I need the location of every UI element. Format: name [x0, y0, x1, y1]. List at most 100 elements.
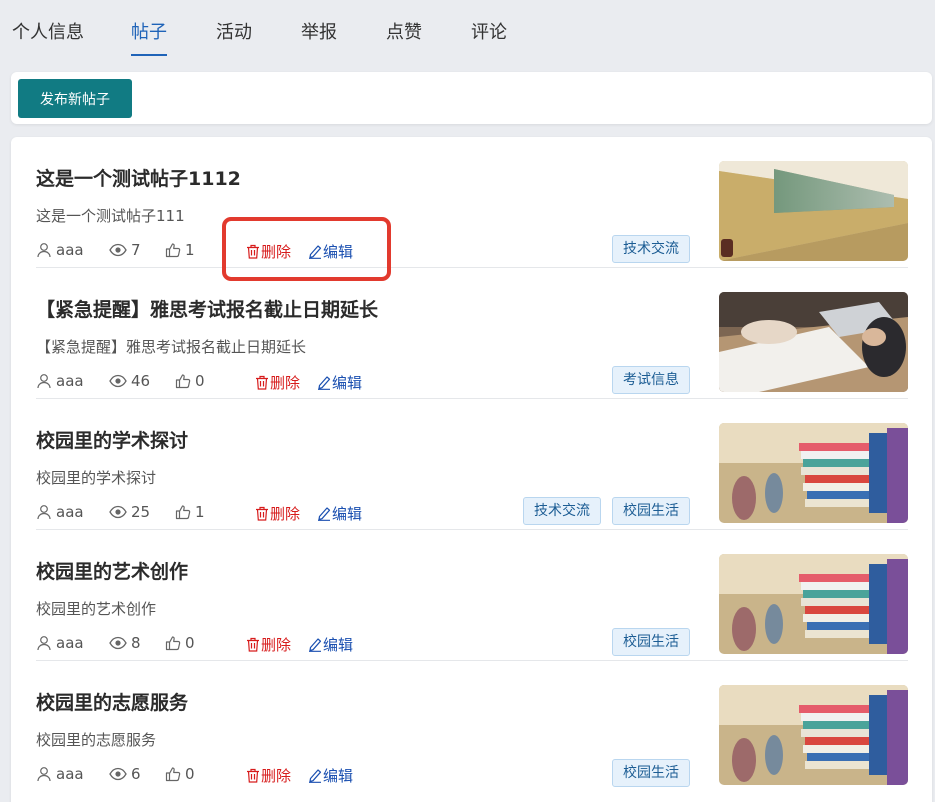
- post-thumbnail[interactable]: [719, 554, 908, 654]
- eye-icon: [109, 767, 127, 781]
- thumbs-up-icon: [175, 505, 191, 520]
- pencil-icon: [309, 245, 322, 259]
- delete-label: 删除: [261, 243, 292, 261]
- author-name: aaa: [56, 634, 84, 652]
- pencil-icon: [309, 769, 322, 783]
- post-author: aaa: [36, 765, 84, 783]
- trash-icon: [256, 375, 268, 390]
- like-count: 1: [195, 503, 205, 521]
- edit-button[interactable]: 编辑: [317, 503, 362, 524]
- post-likes: 0: [165, 765, 195, 783]
- trash-icon: [247, 244, 259, 259]
- delete-button[interactable]: 删除: [246, 634, 291, 655]
- post-title[interactable]: 【紧急提醒】雅思考试报名截止日期延长: [36, 295, 378, 322]
- delete-label: 删除: [261, 767, 292, 785]
- eye-icon: [109, 243, 127, 257]
- trash-icon: [247, 637, 259, 652]
- edit-button[interactable]: 编辑: [308, 241, 353, 262]
- post-views: 8: [109, 634, 141, 652]
- post-views: 7: [109, 241, 141, 259]
- trash-icon: [247, 768, 259, 783]
- post-views: 46: [109, 372, 150, 390]
- author-name: aaa: [56, 765, 84, 783]
- view-count: 7: [131, 241, 141, 259]
- toolbar: 发布新帖子: [11, 72, 932, 124]
- pencil-icon: [309, 638, 322, 652]
- eye-icon: [109, 374, 127, 388]
- post-author: aaa: [36, 241, 84, 259]
- thumbs-up-icon: [165, 243, 181, 258]
- delete-button[interactable]: 删除: [246, 241, 291, 262]
- post-item: 校园里的志愿服务 校园里的志愿服务 aaa 6 0 删除 编辑 校园生活: [36, 661, 908, 792]
- post-thumbnail[interactable]: [719, 161, 908, 261]
- eye-icon: [109, 636, 127, 650]
- delete-label: 删除: [270, 505, 301, 523]
- tab-reports[interactable]: 举报: [301, 18, 337, 52]
- delete-button[interactable]: 删除: [246, 765, 291, 786]
- post-title[interactable]: 校园里的志愿服务: [36, 688, 188, 715]
- post-description: 【紧急提醒】雅思考试报名截止日期延长: [36, 338, 307, 356]
- like-count: 1: [185, 241, 195, 259]
- post-title[interactable]: 这是一个测试帖子1112: [36, 164, 241, 191]
- view-count: 25: [131, 503, 151, 521]
- post-description: 这是一个测试帖子111: [36, 207, 185, 225]
- user-icon: [37, 767, 51, 782]
- edit-button[interactable]: 编辑: [308, 765, 353, 786]
- tab-likes[interactable]: 点赞: [386, 18, 422, 52]
- edit-label: 编辑: [332, 505, 363, 523]
- eye-icon: [109, 505, 127, 519]
- post-likes: 1: [165, 241, 195, 259]
- thumbs-up-icon: [175, 374, 191, 389]
- post-author: aaa: [36, 634, 84, 652]
- post-item: 这是一个测试帖子1112 这是一个测试帖子111 aaa 7 1 删除 编辑 技…: [36, 137, 908, 268]
- post-tag[interactable]: 校园生活: [612, 497, 690, 525]
- tab-activities[interactable]: 活动: [216, 18, 252, 52]
- author-name: aaa: [56, 241, 84, 259]
- post-description: 校园里的学术探讨: [36, 469, 157, 487]
- edit-label: 编辑: [332, 374, 363, 392]
- post-thumbnail[interactable]: [719, 292, 908, 392]
- post-description: 校园里的艺术创作: [36, 600, 157, 618]
- post-title[interactable]: 校园里的学术探讨: [36, 426, 188, 453]
- pencil-icon: [318, 507, 331, 521]
- delete-label: 删除: [261, 636, 292, 654]
- post-list: 这是一个测试帖子1112 这是一个测试帖子111 aaa 7 1 删除 编辑 技…: [11, 137, 932, 802]
- post-item: 【紧急提醒】雅思考试报名截止日期延长 【紧急提醒】雅思考试报名截止日期延长 aa…: [36, 268, 908, 399]
- post-tag[interactable]: 校园生活: [612, 628, 690, 656]
- post-thumbnail[interactable]: [719, 685, 908, 785]
- tab-personal-info[interactable]: 个人信息: [12, 18, 84, 52]
- like-count: 0: [195, 372, 205, 390]
- post-tag[interactable]: 考试信息: [612, 366, 690, 394]
- thumbs-up-icon: [165, 767, 181, 782]
- edit-button[interactable]: 编辑: [308, 634, 353, 655]
- post-item: 校园里的学术探讨 校园里的学术探讨 aaa 25 1 删除 编辑 技术交流 校园…: [36, 399, 908, 530]
- publish-post-button[interactable]: 发布新帖子: [18, 79, 132, 118]
- post-views: 6: [109, 765, 141, 783]
- profile-tabs: 个人信息 帖子 活动 举报 点赞 评论: [0, 0, 935, 62]
- pencil-icon: [318, 376, 331, 390]
- post-likes: 0: [165, 634, 195, 652]
- author-name: aaa: [56, 372, 84, 390]
- delete-label: 删除: [270, 374, 301, 392]
- post-tag[interactable]: 校园生活: [612, 759, 690, 787]
- post-tag[interactable]: 技术交流: [523, 497, 601, 525]
- post-item: 校园里的艺术创作 校园里的艺术创作 aaa 8 0 删除 编辑 校园生活: [36, 530, 908, 661]
- delete-button[interactable]: 删除: [255, 503, 300, 524]
- view-count: 8: [131, 634, 141, 652]
- post-description: 校园里的志愿服务: [36, 731, 157, 749]
- post-likes: 0: [175, 372, 205, 390]
- post-thumbnail[interactable]: [719, 423, 908, 523]
- post-author: aaa: [36, 372, 84, 390]
- view-count: 6: [131, 765, 141, 783]
- delete-button[interactable]: 删除: [255, 372, 300, 393]
- tab-posts[interactable]: 帖子: [131, 18, 167, 56]
- edit-label: 编辑: [323, 636, 354, 654]
- post-tag[interactable]: 技术交流: [612, 235, 690, 263]
- edit-label: 编辑: [323, 767, 354, 785]
- tab-comments[interactable]: 评论: [471, 18, 507, 52]
- author-name: aaa: [56, 503, 84, 521]
- post-author: aaa: [36, 503, 84, 521]
- user-icon: [37, 636, 51, 651]
- edit-button[interactable]: 编辑: [317, 372, 362, 393]
- post-title[interactable]: 校园里的艺术创作: [36, 557, 188, 584]
